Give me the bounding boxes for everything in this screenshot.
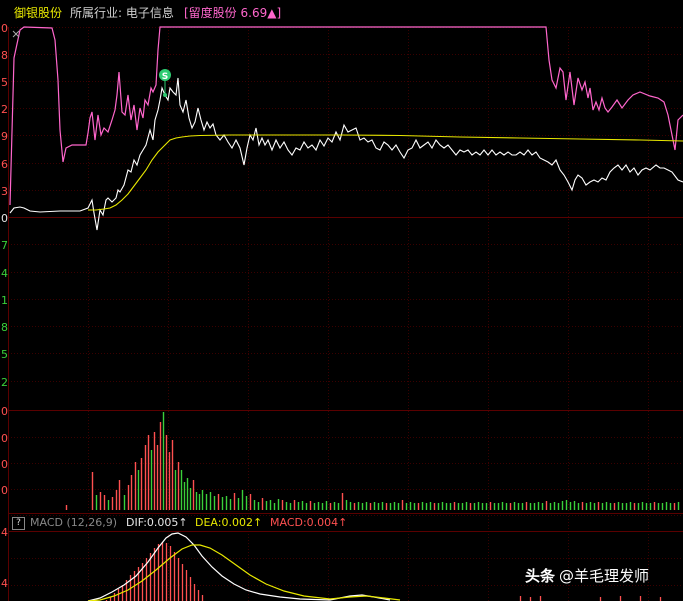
macd-axis-label: 4 — [1, 577, 8, 590]
average-price-line — [88, 134, 683, 211]
price-axis-label: 3 — [1, 185, 8, 198]
price-axis-label: 9 — [1, 130, 8, 143]
macd-dif-value: DIF:0.005↑ — [126, 516, 188, 529]
price-axis-label: 4 — [1, 267, 8, 280]
price-axis-label: 8 — [1, 321, 8, 334]
volume-axis-label: 0 — [1, 484, 8, 497]
stock-header: 御银股份 所属行业: 电子信息 [留度股份 6.69▲] — [0, 0, 683, 26]
watermark-brand: 头条 — [525, 567, 556, 585]
price-axis-label: 5 — [1, 348, 8, 361]
macd-dea-value: DEA:0.002↑ — [195, 516, 263, 529]
price-axis-label: 2 — [1, 103, 8, 116]
buy-signal-label: S — [162, 72, 168, 82]
price-axis-label: 2 — [1, 376, 8, 389]
watermark-account: @羊毛理发师 — [559, 567, 650, 585]
price-axis-label: 8 — [1, 49, 8, 62]
help-icon[interactable]: ? — [12, 517, 25, 530]
buy-signal-dot — [163, 93, 167, 97]
watermark: 头条 @羊毛理发师 — [525, 565, 649, 586]
compare-stock-label[interactable]: [留度股份 6.69▲] — [184, 0, 281, 26]
volume-axis-label: 0 — [1, 405, 8, 418]
price-axis-label: 7 — [1, 239, 8, 252]
macd-axis-label: 4 — [1, 526, 8, 539]
volume-axis-label: 0 — [1, 458, 8, 471]
volume-axis-label: 0 — [1, 432, 8, 445]
intraday-chart[interactable]: S — [0, 0, 683, 601]
macd-indicator-name[interactable]: MACD (12,26,9) — [30, 515, 117, 531]
price-axis-label: 1 — [1, 294, 8, 307]
price-axis-label: 0 — [1, 212, 8, 225]
industry-label: 所属行业: 电子信息 — [70, 6, 174, 20]
price-axis-label: 5 — [1, 76, 8, 89]
stock-name[interactable]: 御银股份 — [14, 0, 62, 26]
macd-histogram-value: MACD:0.004↑ — [270, 516, 348, 529]
macd-indicator-bar: ? MACD (12,26,9) DIF:0.005↑ DEA:0.002↑ M… — [0, 515, 683, 531]
price-axis-label: 0 — [1, 22, 8, 35]
price-axis-label: 6 — [1, 158, 8, 171]
